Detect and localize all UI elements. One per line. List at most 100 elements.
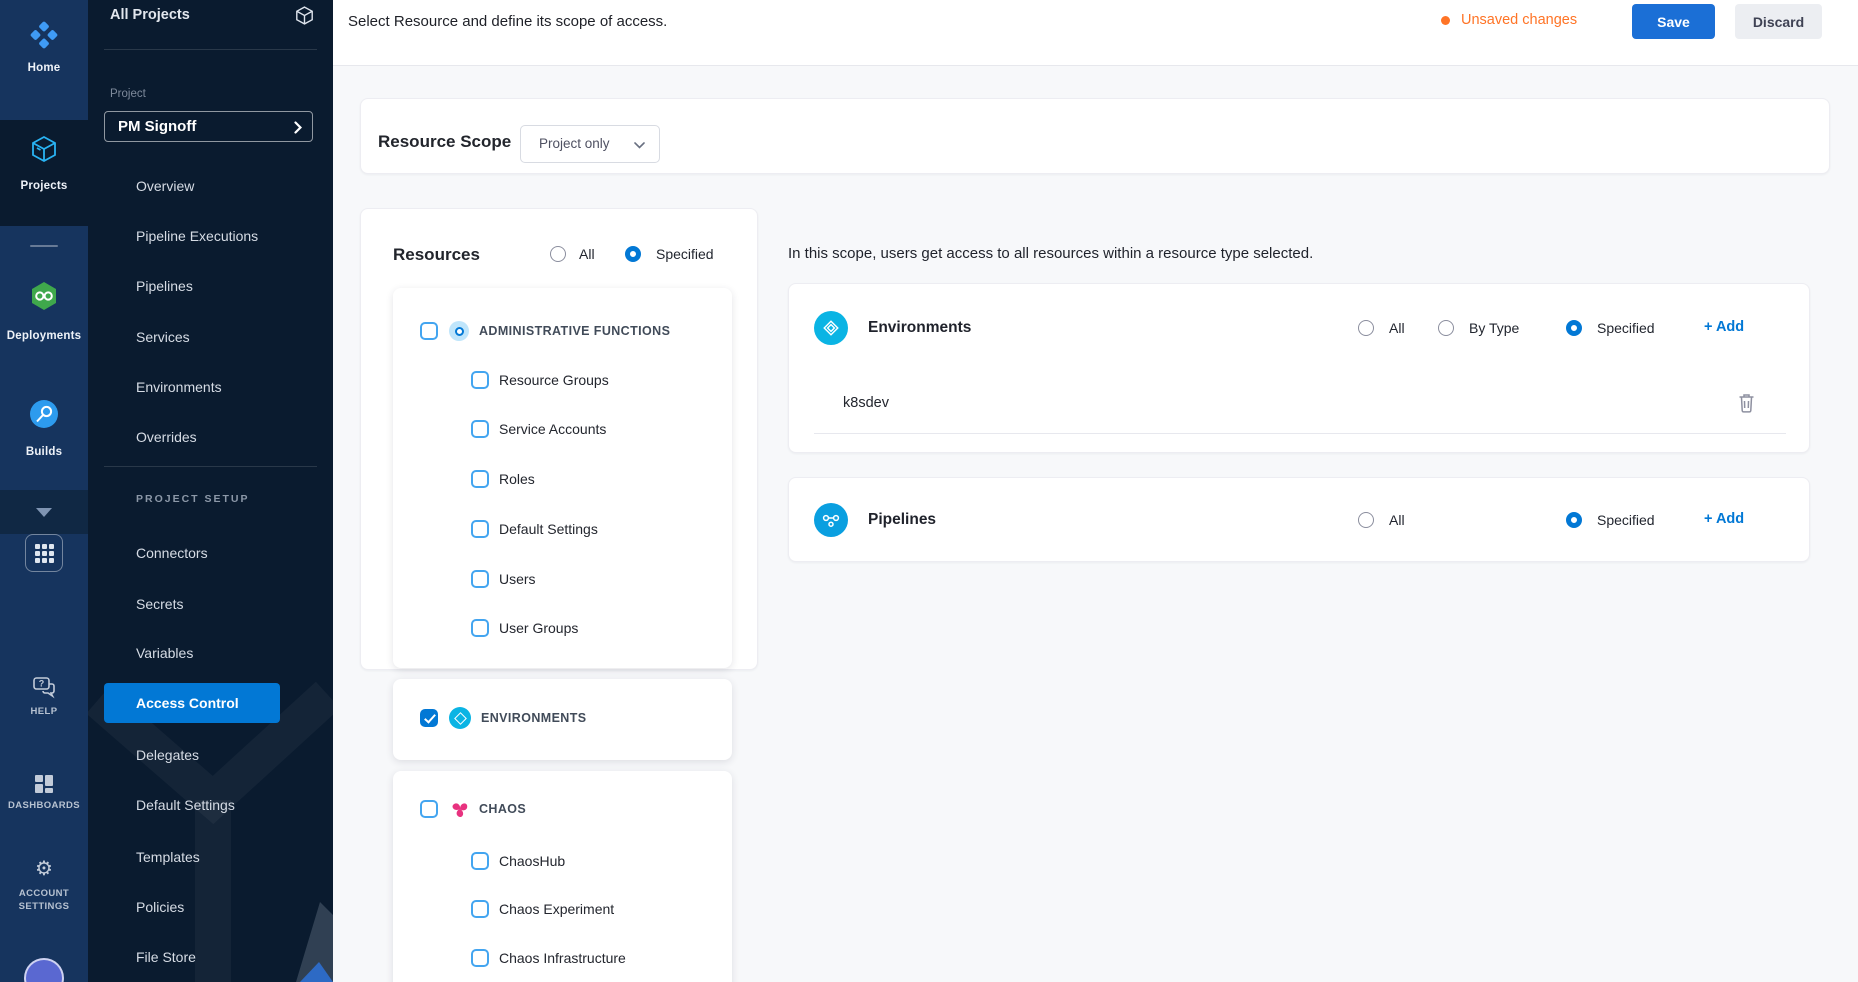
env-entry-k8sdev: k8sdev bbox=[843, 395, 889, 411]
sidebar-item-pipeline-executions[interactable]: Pipeline Executions bbox=[136, 226, 258, 246]
checkbox-chaoshub[interactable] bbox=[471, 852, 489, 870]
pipe-add-button[interactable]: + Add bbox=[1704, 511, 1744, 527]
save-button[interactable]: Save bbox=[1632, 4, 1715, 39]
cube-icon[interactable] bbox=[294, 5, 315, 31]
card-title: Environments bbox=[868, 319, 971, 337]
resources-radio-specified[interactable] bbox=[625, 246, 641, 262]
env-radio-specified-label[interactable]: Specified bbox=[1597, 319, 1655, 337]
sidebar-item-variables[interactable]: Variables bbox=[136, 643, 193, 663]
sidebar-item-environments[interactable]: Environments bbox=[136, 377, 222, 397]
checkbox-chaos-experiment[interactable] bbox=[471, 900, 489, 918]
item-label[interactable]: ChaosHub bbox=[499, 852, 565, 870]
sidebar-item-policies[interactable]: Policies bbox=[136, 897, 184, 917]
checkbox-chaos[interactable] bbox=[420, 800, 438, 818]
resources-radio-all-label[interactable]: All bbox=[579, 245, 595, 263]
environments-scope-card: Environments All By Type Specified + Add… bbox=[788, 283, 1810, 453]
rail-label-home: Home bbox=[0, 62, 88, 74]
help-chat-icon: ? bbox=[31, 674, 57, 705]
deployments-icon bbox=[28, 280, 60, 317]
access-control-page: Home Projects Deployments bbox=[0, 0, 1858, 982]
env-radio-by-type-label[interactable]: By Type bbox=[1469, 319, 1519, 337]
env-add-button[interactable]: + Add bbox=[1704, 319, 1744, 335]
rail-item-builds[interactable]: Builds bbox=[0, 386, 88, 472]
rail-label-account-settings: ACCOUNT SETTINGS bbox=[9, 888, 79, 914]
scope-info-text: In this scope, users get access to all r… bbox=[788, 245, 1313, 262]
pipe-radio-all[interactable] bbox=[1358, 512, 1374, 528]
sidebar-item-templates[interactable]: Templates bbox=[136, 847, 200, 867]
rail-item-projects[interactable]: Projects bbox=[0, 120, 88, 226]
item-label[interactable]: Roles bbox=[499, 470, 535, 488]
env-radio-by-type[interactable] bbox=[1438, 320, 1454, 336]
group-card-chaos: CHAOS ChaosHub Chaos Experiment Chaos In… bbox=[393, 771, 732, 982]
checkbox-administrative-functions[interactable] bbox=[420, 322, 438, 340]
sidebar-item-file-store[interactable]: File Store bbox=[136, 947, 196, 967]
resources-panel: Resources All Specified ADMINISTRATIVE F… bbox=[360, 208, 758, 670]
resources-radio-specified-label[interactable]: Specified bbox=[656, 245, 714, 263]
rail-item-help[interactable]: ? HELP bbox=[0, 670, 88, 730]
item-label[interactable]: Users bbox=[499, 570, 536, 588]
chevron-down-icon[interactable] bbox=[36, 508, 52, 517]
checkbox-environments[interactable] bbox=[420, 709, 438, 727]
rail-item-deployments[interactable]: Deployments bbox=[0, 266, 88, 356]
env-radio-all-label[interactable]: All bbox=[1389, 319, 1405, 337]
project-label: Project bbox=[110, 88, 146, 100]
checkbox-user-groups[interactable] bbox=[471, 619, 489, 637]
user-avatar[interactable] bbox=[24, 958, 64, 982]
rail-item-home[interactable]: Home bbox=[0, 0, 88, 120]
sidebar-item-overrides[interactable]: Overrides bbox=[136, 427, 197, 447]
resource-scope-label: Resource Scope bbox=[378, 132, 511, 152]
pipe-radio-specified-label[interactable]: Specified bbox=[1597, 511, 1655, 529]
sidebar-item-connectors[interactable]: Connectors bbox=[136, 543, 208, 563]
discard-button[interactable]: Discard bbox=[1735, 4, 1822, 39]
checkbox-service-accounts[interactable] bbox=[471, 420, 489, 438]
item-label[interactable]: Resource Groups bbox=[499, 371, 609, 389]
pipe-radio-specified[interactable] bbox=[1566, 512, 1582, 528]
sidebar-item-access-control[interactable]: Access Control bbox=[136, 693, 239, 713]
resources-title: Resources bbox=[393, 245, 480, 265]
checkbox-chaos-infrastructure[interactable] bbox=[471, 949, 489, 967]
item-label[interactable]: Default Settings bbox=[499, 520, 598, 538]
rail-label-projects: Projects bbox=[0, 180, 88, 192]
sidebar-item-secrets[interactable]: Secrets bbox=[136, 594, 183, 614]
checkbox-resource-groups[interactable] bbox=[471, 371, 489, 389]
item-label[interactable]: Chaos Experiment bbox=[499, 900, 614, 918]
checkbox-roles[interactable] bbox=[471, 470, 489, 488]
item-label[interactable]: Service Accounts bbox=[499, 420, 606, 438]
projects-icon bbox=[29, 134, 59, 169]
rail-item-account-settings[interactable]: ⚙ ACCOUNT SETTINGS bbox=[0, 856, 88, 926]
module-picker-button[interactable] bbox=[25, 534, 63, 572]
resources-radio-all[interactable] bbox=[550, 246, 566, 262]
scope-dropdown[interactable]: Project only bbox=[520, 125, 660, 163]
gear-icon: ⚙ bbox=[0, 856, 88, 881]
group-card-environments: ENVIRONMENTS bbox=[393, 679, 732, 760]
project-setup-section-label: PROJECT SETUP bbox=[136, 493, 250, 505]
sidebar-item-delegates[interactable]: Delegates bbox=[136, 745, 199, 765]
sidebar-item-default-settings[interactable]: Default Settings bbox=[136, 795, 235, 815]
all-projects-link[interactable]: All Projects bbox=[110, 7, 190, 23]
rail-label-deployments: Deployments bbox=[0, 330, 88, 342]
chevron-down-icon bbox=[634, 142, 645, 149]
sidebar-item-services[interactable]: Services bbox=[136, 327, 190, 347]
checkbox-default-settings[interactable] bbox=[471, 520, 489, 538]
module-rail: Home Projects Deployments bbox=[0, 0, 88, 982]
env-radio-all[interactable] bbox=[1358, 320, 1374, 336]
unsaved-dot-icon bbox=[1441, 16, 1450, 25]
trash-icon[interactable] bbox=[1737, 392, 1756, 418]
env-radio-specified[interactable] bbox=[1566, 320, 1582, 336]
group-label: CHAOS bbox=[479, 802, 526, 816]
card-title: Pipelines bbox=[868, 511, 936, 529]
rail-item-dashboards[interactable]: DASHBOARDS bbox=[0, 766, 88, 824]
sidebar-item-pipelines[interactable]: Pipelines bbox=[136, 276, 193, 296]
project-selector[interactable]: PM Signoff bbox=[104, 111, 313, 142]
rail-label-help: HELP bbox=[0, 706, 88, 719]
pipe-radio-all-label[interactable]: All bbox=[1389, 511, 1405, 529]
sidebar-item-overview[interactable]: Overview bbox=[136, 176, 194, 196]
chaos-icon bbox=[449, 798, 471, 825]
unsaved-changes-badge: Unsaved changes bbox=[1461, 12, 1577, 28]
item-label[interactable]: User Groups bbox=[499, 619, 578, 637]
item-label[interactable]: Chaos Infrastructure bbox=[499, 949, 626, 967]
page-title: Select Resource and define its scope of … bbox=[348, 13, 667, 30]
checkbox-users[interactable] bbox=[471, 570, 489, 588]
home-icon bbox=[29, 20, 59, 55]
group-label: ADMINISTRATIVE FUNCTIONS bbox=[479, 324, 670, 338]
